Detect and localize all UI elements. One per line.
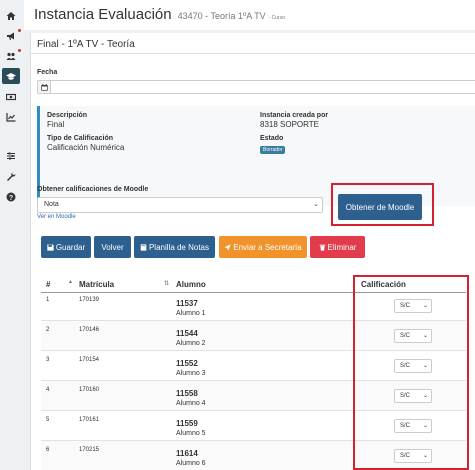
- eliminar-button[interactable]: Eliminar: [310, 236, 365, 258]
- creada-value: 8318 SOPORTE: [260, 120, 319, 129]
- moodle-select-value: Nota: [44, 201, 59, 208]
- planilla-label: Planilla de Notas: [148, 242, 210, 252]
- tipo-label: Tipo de Calificación: [47, 135, 113, 142]
- svg-text:?: ?: [9, 195, 13, 202]
- volver-button[interactable]: Volver: [94, 236, 131, 258]
- row-num: 6: [46, 447, 50, 453]
- row-num: 3: [46, 357, 50, 363]
- row-code: 11537: [176, 299, 198, 308]
- panel-heading: Final - 1ºA TV - Teoría: [31, 33, 475, 54]
- chevron-down-icon: ⌄: [313, 201, 319, 208]
- row-code: 11558: [176, 389, 198, 398]
- moodle-label: Obtener calificaciones de Moodle: [37, 186, 149, 193]
- row-code: 11544: [176, 329, 198, 338]
- main-panel: Final - 1ºA TV - Teoría Fecha Descripció…: [30, 33, 475, 470]
- col-matricula[interactable]: Matrícula: [79, 280, 114, 289]
- creada-label: Instancia creada por: [260, 112, 329, 119]
- row-num: 1: [46, 297, 50, 303]
- row-matricula: 170215: [79, 447, 100, 453]
- volver-label: Volver: [101, 242, 124, 252]
- status-badge: Borrador: [260, 146, 286, 154]
- page-title: Instancia Evaluación 43470 - Teoría 1ºA T…: [34, 6, 285, 23]
- question-icon[interactable]: ?: [3, 190, 19, 204]
- eliminar-label: Eliminar: [327, 242, 357, 252]
- descripcion-value: Final: [47, 120, 65, 129]
- page-subtitle: 43470 - Teoría 1ºA TV: [177, 11, 266, 21]
- calendar-icon[interactable]: [38, 81, 51, 93]
- row-code: 11614: [176, 449, 198, 458]
- row-matricula: 170154: [79, 357, 100, 363]
- notification-dot: [18, 49, 21, 52]
- row-name: Alumno 3: [176, 370, 206, 377]
- col-alumno[interactable]: Alumno: [176, 280, 206, 289]
- moodle-select[interactable]: Nota ⌄: [37, 197, 323, 213]
- chart-icon[interactable]: [3, 110, 19, 124]
- fecha-label: Fecha: [37, 69, 58, 76]
- row-num: 5: [46, 417, 50, 423]
- row-name: Alumno 2: [176, 340, 206, 347]
- sidebar: ?: [0, 0, 22, 470]
- row-name: Alumno 5: [176, 430, 206, 437]
- wrench-icon[interactable]: [3, 169, 19, 183]
- row-matricula: 170160: [79, 387, 100, 393]
- graduation-cap-icon[interactable]: [2, 68, 20, 84]
- notification-dot: [18, 29, 21, 32]
- megaphone-icon[interactable]: [3, 29, 19, 43]
- guardar-button[interactable]: Guardar: [41, 236, 91, 258]
- row-name: Alumno 1: [176, 310, 206, 317]
- page-subtitle-small: - Curso: [268, 15, 286, 21]
- sort-asc-icon[interactable]: ▲: [68, 279, 73, 285]
- home-icon[interactable]: [3, 9, 19, 23]
- obtener-moodle-label: Obtener de Moodle: [345, 202, 415, 212]
- save-icon: [47, 243, 54, 251]
- row-name: Alumno 4: [176, 400, 206, 407]
- enviar-button[interactable]: Enviar a Secretaría: [219, 236, 307, 258]
- fecha-input[interactable]: [37, 80, 475, 94]
- users-icon[interactable]: [3, 49, 19, 63]
- book-icon: [140, 243, 147, 251]
- row-code: 11559: [176, 419, 198, 428]
- row-matricula: 170161: [79, 417, 100, 423]
- row-matricula: 170139: [79, 297, 100, 303]
- obtener-moodle-button[interactable]: Obtener de Moodle: [338, 194, 422, 220]
- row-num: 2: [46, 327, 50, 333]
- top-bar: Instancia Evaluación 43470 - Teoría 1ºA T…: [24, 0, 475, 30]
- row-name: Alumno 6: [176, 460, 206, 467]
- tipo-value: Calificación Numérica: [47, 143, 125, 152]
- row-matricula: 170146: [79, 327, 100, 333]
- send-icon: [224, 243, 231, 251]
- enviar-label: Enviar a Secretaría: [233, 242, 302, 252]
- trash-icon: [319, 244, 325, 251]
- highlight-box-calificacion: [353, 275, 469, 470]
- moodle-link[interactable]: Ver en Moodle: [37, 214, 76, 220]
- descripcion-label: Descripción: [47, 112, 88, 119]
- planilla-button[interactable]: Planilla de Notas: [134, 236, 215, 258]
- col-num[interactable]: #: [46, 280, 50, 289]
- guardar-label: Guardar: [55, 242, 86, 252]
- estado-label: Estado: [260, 135, 284, 142]
- row-code: 11552: [176, 359, 198, 368]
- row-num: 4: [46, 387, 50, 393]
- sort-icon[interactable]: ⇅: [164, 280, 169, 287]
- money-icon[interactable]: [3, 90, 19, 104]
- page-title-text: Instancia Evaluación: [34, 6, 172, 23]
- sliders-icon[interactable]: [3, 149, 19, 163]
